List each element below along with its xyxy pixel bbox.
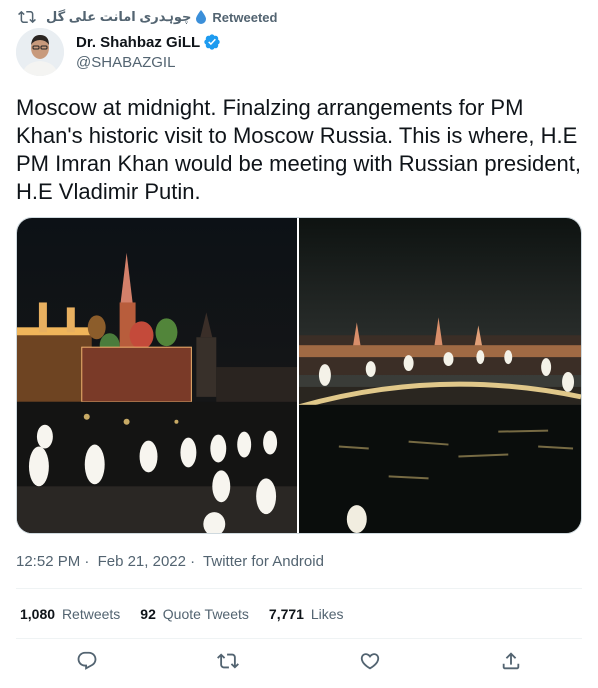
tweet-stats: 1,080 Retweets 92 Quote Tweets 7,771 Lik… — [20, 606, 364, 622]
likes-stat[interactable]: 7,771 Likes — [269, 606, 344, 622]
quote-tweets-stat[interactable]: 92 Quote Tweets — [140, 606, 249, 622]
retweets-label: Retweets — [61, 606, 121, 622]
retweeter-name[interactable]: چوہدری امانت علی گل — [46, 9, 191, 25]
tweet-meta: 12:52 PM · Feb 21, 2022 · Twitter for An… — [16, 553, 324, 570]
tweet-time[interactable]: 12:52 PM — [16, 553, 80, 570]
avatar[interactable] — [16, 28, 64, 76]
retweeted-label: Retweeted — [212, 9, 278, 25]
likes-label: Likes — [310, 606, 344, 622]
verified-badge-icon — [204, 34, 220, 50]
tweet-media — [16, 217, 582, 534]
meta-separator: · — [190, 553, 196, 570]
tweet-text: Moscow at midnight. Finalzing arrangemen… — [16, 95, 581, 204]
tweet-date[interactable]: Feb 21, 2022 — [98, 553, 186, 570]
author-handle[interactable]: @SHABAZGIL — [76, 54, 221, 71]
retweets-count: 1,080 — [20, 606, 56, 622]
retweet-icon[interactable] — [217, 650, 240, 672]
tweet-source[interactable]: Twitter for Android — [203, 553, 324, 570]
water-drop-icon — [196, 10, 207, 24]
author-name[interactable]: Dr. Shahbaz GiLL — [76, 34, 200, 51]
tweet-actions — [16, 650, 582, 672]
likes-count: 7,771 — [268, 606, 304, 622]
quote-tweets-label: Quote Tweets — [162, 606, 249, 622]
reply-icon[interactable] — [76, 650, 98, 672]
meta-separator: · — [84, 553, 90, 570]
retweet-context: چوہدری امانت علی گل Retweeted — [18, 8, 277, 26]
quote-tweets-count: 92 — [140, 606, 156, 622]
retweets-stat[interactable]: 1,080 Retweets — [20, 606, 120, 622]
tweet-author: Dr. Shahbaz GiLL @SHABAZGIL — [16, 28, 221, 76]
share-icon[interactable] — [500, 650, 522, 672]
divider — [16, 588, 582, 589]
photo-red-square-night[interactable] — [17, 218, 297, 533]
photo-river-night[interactable] — [299, 218, 581, 533]
like-icon[interactable] — [359, 650, 381, 672]
divider — [16, 638, 582, 639]
retweet-context-icon — [18, 10, 36, 24]
